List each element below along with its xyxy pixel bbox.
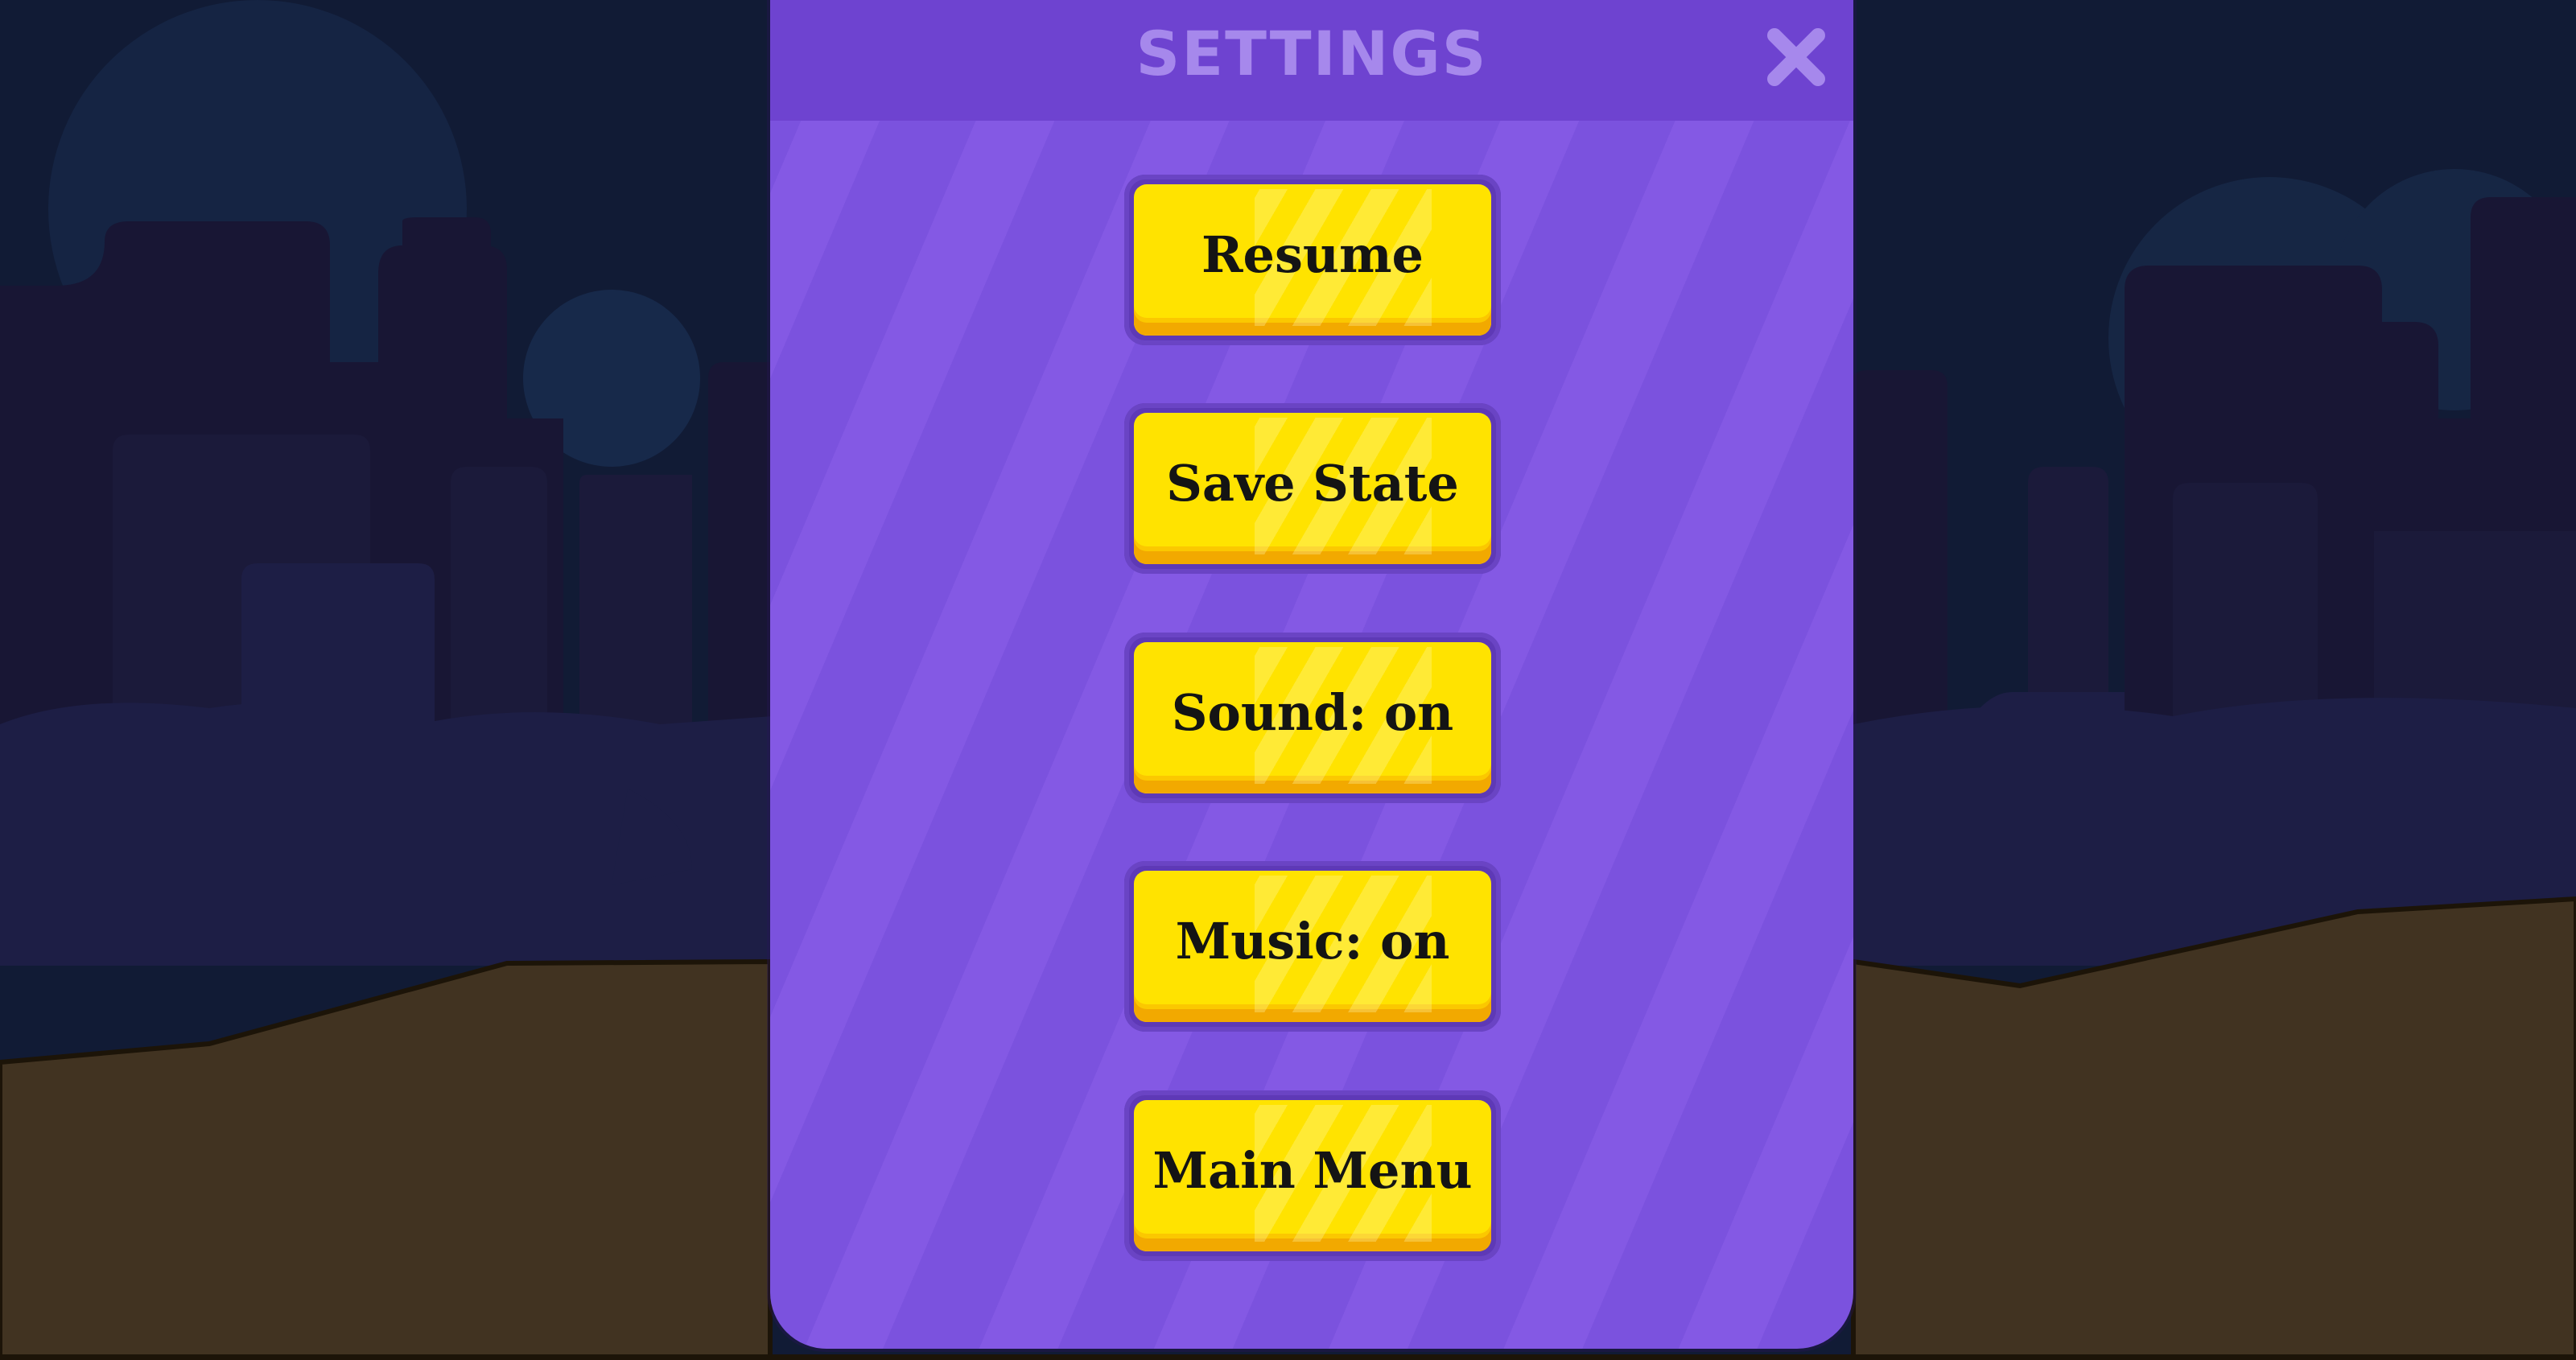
resume-button[interactable]: Resume [1124, 175, 1501, 345]
sound-toggle-button-face: Sound: on [1134, 642, 1491, 793]
settings-panel: SETTINGS Resume Save State Sound: on Mus… [770, 0, 1853, 1349]
save-state-button-face: Save State [1134, 413, 1491, 564]
sound-toggle-button[interactable]: Sound: on [1124, 633, 1501, 803]
game-scene: SETTINGS Resume Save State Sound: on Mus… [0, 0, 2576, 1360]
resume-label: Resume [1201, 225, 1424, 284]
settings-menu: Resume Save State Sound: on Music: on Ma… [770, 0, 1853, 1349]
main-menu-label: Main Menu [1152, 1141, 1473, 1200]
music-toggle-label: Music: on [1175, 912, 1450, 971]
save-state-button[interactable]: Save State [1124, 403, 1501, 574]
sound-toggle-label: Sound: on [1171, 683, 1454, 742]
main-menu-button-face: Main Menu [1134, 1100, 1491, 1251]
main-menu-button[interactable]: Main Menu [1124, 1090, 1501, 1261]
resume-button-face: Resume [1134, 184, 1491, 336]
music-toggle-button-face: Music: on [1134, 871, 1491, 1022]
save-state-label: Save State [1166, 454, 1459, 513]
music-toggle-button[interactable]: Music: on [1124, 861, 1501, 1032]
